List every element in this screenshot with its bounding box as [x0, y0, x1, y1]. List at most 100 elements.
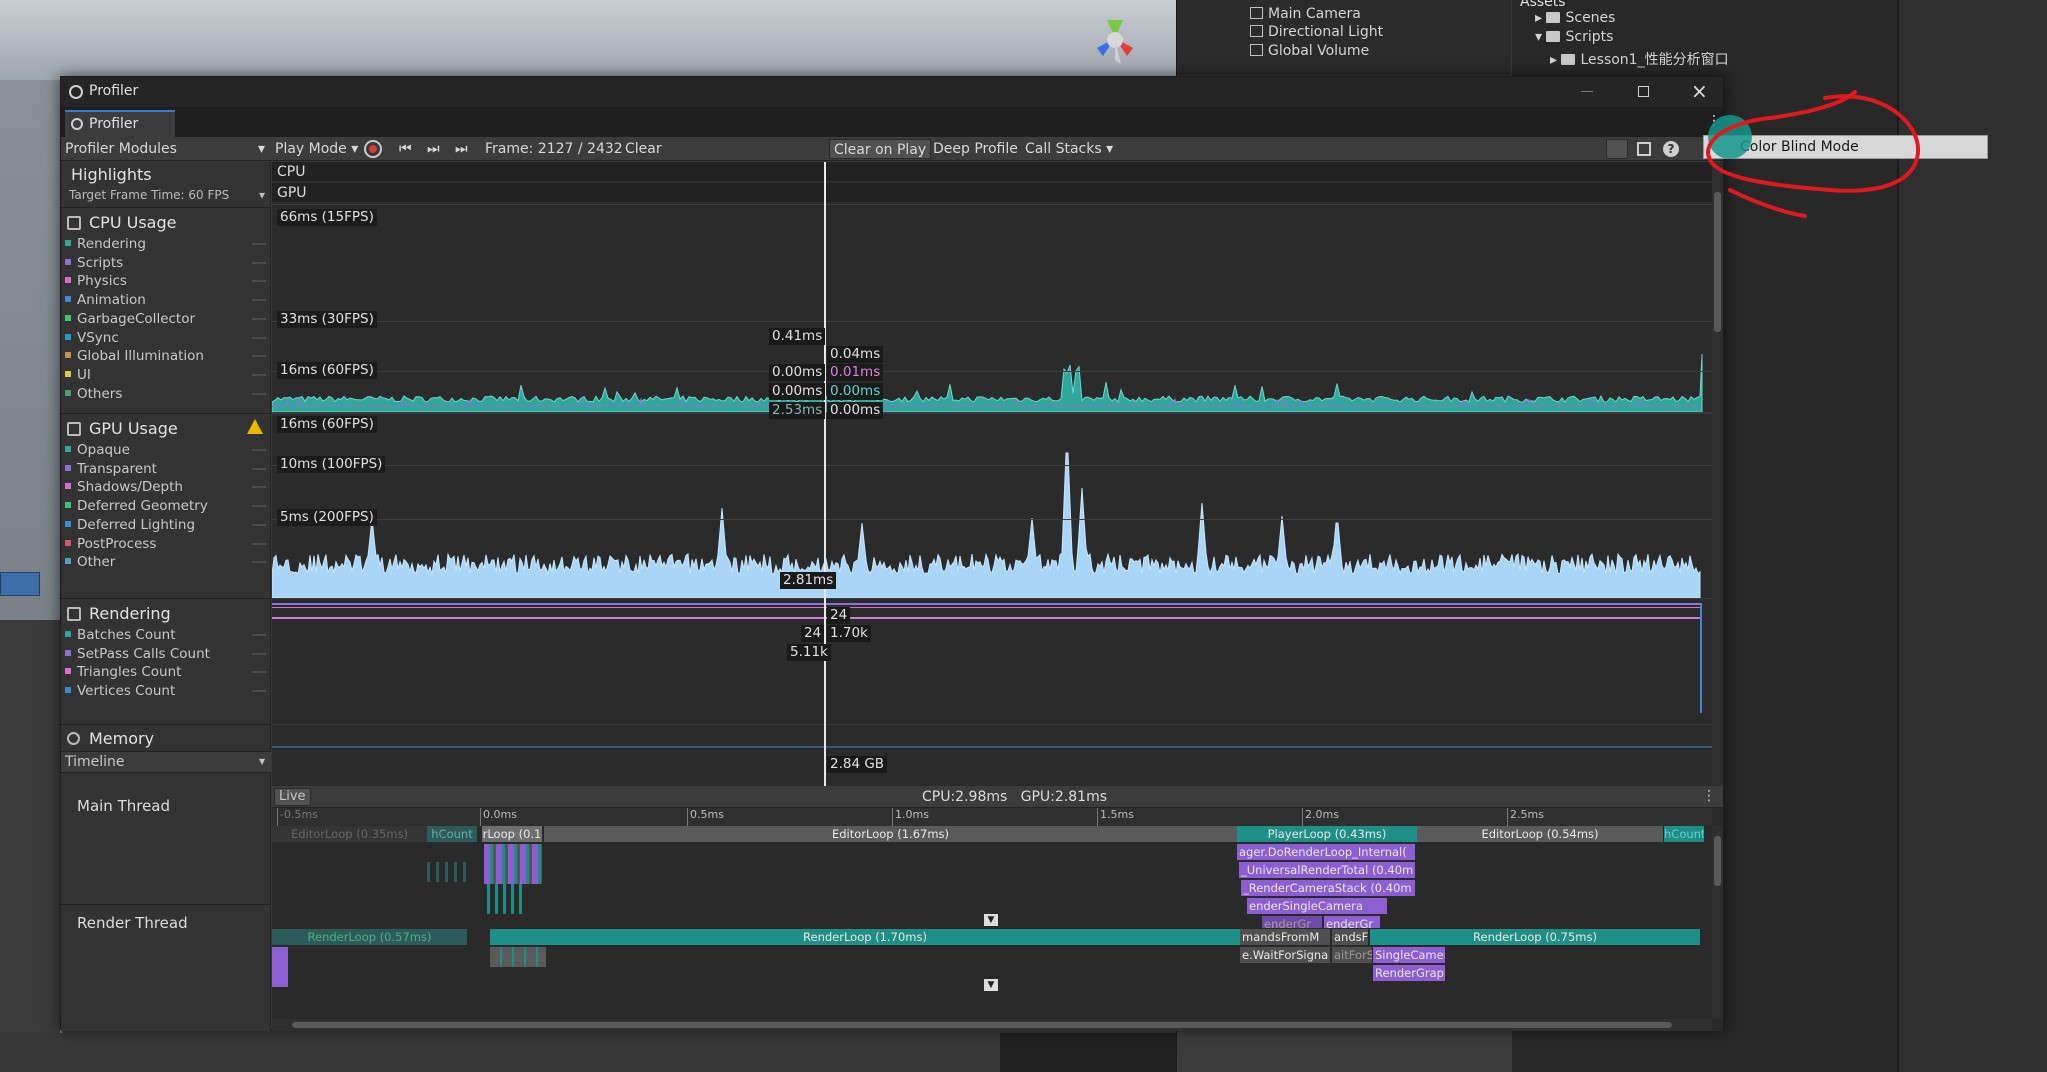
gpu_module-legend-item[interactable]: Shadows/Depth — [65, 479, 266, 495]
cpu_module-legend-item[interactable]: Animation — [65, 292, 266, 308]
clear-on-play-button[interactable]: Clear on Play — [829, 139, 932, 159]
rendering_module-legend-item[interactable]: Triangles Count — [65, 664, 266, 680]
deep-profile-button[interactable]: Deep Profile — [929, 139, 1022, 159]
legend-toggle[interactable] — [252, 505, 266, 508]
rendering_module-legend-item[interactable]: Vertices Count — [65, 683, 266, 699]
block-singlecamera[interactable]: SingleCamer — [1373, 947, 1445, 963]
timeline-view[interactable]: Live CPU:2.98ms GPU:2.81ms ⋮ -0.5ms 0.0ms… — [272, 786, 1723, 1031]
legend-toggle[interactable] — [252, 317, 266, 320]
last-frame-button[interactable]: ⏭ — [451, 139, 472, 159]
expand-arrow-icon[interactable]: ▼ — [984, 979, 998, 991]
block-waitforsi[interactable]: aitForSi — [1332, 947, 1372, 963]
legend-toggle[interactable] — [252, 523, 266, 526]
project-item-scripts[interactable]: ▾ Scripts — [1535, 29, 1613, 45]
gpu_module-legend-item[interactable]: Transparent — [65, 461, 266, 477]
play-mode-dropdown[interactable]: Play Mode ▾ — [271, 139, 362, 159]
load-icon[interactable] — [1606, 139, 1628, 159]
block-hcount[interactable]: hCount — [427, 826, 477, 842]
cpu_module-legend-item[interactable]: UI — [65, 367, 266, 383]
legend-toggle[interactable] — [252, 243, 266, 245]
chart-scrollbar[interactable] — [1712, 162, 1723, 786]
memory-module[interactable]: Memory — [61, 725, 271, 750]
rendering_module-legend-item[interactable]: SetPass Calls Count — [65, 646, 266, 662]
legend-toggle[interactable] — [252, 486, 266, 489]
previous-frame-button[interactable]: ⏮ — [395, 139, 416, 159]
gpu_module-legend-item[interactable]: Deferred Geometry — [65, 498, 266, 514]
legend-toggle[interactable] — [252, 392, 266, 395]
block-hcount-tail[interactable]: hCount — [1664, 826, 1704, 842]
record-button[interactable] — [364, 140, 382, 158]
expand-arrow-icon[interactable]: ▼ — [984, 914, 998, 926]
timeline-vscroll[interactable] — [1712, 826, 1723, 1019]
call-stacks-dropdown[interactable]: Call Stacks ▾ — [1021, 139, 1117, 159]
block-editorloop-main[interactable]: EditorLoop (1.67ms) — [544, 826, 1237, 842]
block-rloop[interactable]: rLoop (0.1 — [482, 826, 542, 842]
legend-toggle[interactable] — [252, 299, 266, 302]
live-button[interactable]: Live — [274, 788, 311, 806]
rendering-module[interactable]: Rendering Batches Count SetPass Calls Cou… — [61, 599, 271, 724]
clear-button[interactable]: Clear — [621, 139, 666, 159]
cpu-usage-module[interactable]: CPU Usage Rendering Scripts Physics Animati… — [61, 208, 271, 413]
cpu_module-legend-item[interactable]: GarbageCollector — [65, 311, 266, 327]
block-renderloop-main[interactable]: RenderLoop (1.70ms) — [490, 929, 1240, 945]
project-item-scenes[interactable]: ▸ Scenes — [1535, 10, 1615, 26]
block-playerloop[interactable]: PlayerLoop (0.43ms) — [1237, 826, 1417, 842]
timeline-hscroll[interactable] — [272, 1019, 1712, 1031]
legend-toggle[interactable] — [252, 542, 266, 545]
main-thread-track[interactable]: EditorLoop (0.35ms) hCount rLoop (0.1 Ed… — [272, 826, 1712, 928]
gpu_module-legend-item[interactable]: PostProcess — [65, 536, 266, 552]
scene-tool-button[interactable] — [0, 572, 40, 596]
gpu_module-legend-item[interactable]: Opaque — [65, 442, 266, 458]
maximize-button[interactable] — [1638, 86, 1649, 97]
legend-toggle[interactable] — [252, 336, 266, 339]
profiler-modules-dropdown[interactable]: Profiler Modules ▾ — [61, 139, 271, 159]
cpu_module-legend-item[interactable]: Scripts — [65, 255, 266, 271]
block-rendergr-2[interactable]: enderGr — [1324, 916, 1380, 928]
legend-toggle[interactable] — [252, 671, 266, 674]
cpu_module-legend-item[interactable]: Global Illumination — [65, 348, 266, 364]
selected-frame-line[interactable] — [824, 162, 826, 786]
legend-toggle[interactable] — [252, 652, 266, 655]
gpu_module-legend-item[interactable]: Deferred Lighting — [65, 517, 266, 533]
project-item-lesson1[interactable]: ▸ Lesson1_性能分析窗口 — [1550, 49, 1729, 69]
target-frame-dropdown[interactable]: Target Frame Time: 60 FPS ▾ — [69, 188, 265, 202]
block-renderloop-tail[interactable]: RenderLoop (0.75ms) — [1370, 929, 1700, 945]
legend-toggle[interactable] — [252, 373, 266, 376]
block-rendersinglecamera[interactable]: enderSingleCamera — [1247, 898, 1387, 914]
block-commandsfrom[interactable]: mandsFromM — [1240, 929, 1330, 945]
block-renderloop-dim[interactable]: RenderLoop (0.57ms) — [272, 929, 467, 945]
timeline-menu-icon[interactable]: ⋮ — [1702, 788, 1716, 804]
chart-area[interactable]: CPU GPU 66ms (15FPS) 33ms (30FPS) 16ms (… — [272, 162, 1712, 849]
block-rendercamerastack[interactable]: _RenderCameraStack (0.40m — [1241, 880, 1415, 896]
block-dorenderloop[interactable]: ager.DoRenderLoop_Internal( — [1237, 844, 1415, 860]
block-waitforsignal[interactable]: e.WaitForSigna — [1240, 947, 1330, 963]
block-commandsfrom-2[interactable]: andsFro — [1332, 929, 1368, 945]
legend-toggle[interactable] — [252, 261, 266, 264]
gpu-usage-module[interactable]: GPU Usage Opaque Transparent Shadows/Depth… — [61, 414, 271, 598]
legend-toggle[interactable] — [252, 634, 266, 636]
scene-gizmo[interactable] — [1075, 8, 1155, 74]
block-rendergr[interactable]: enderGr — [1262, 916, 1322, 928]
legend-toggle[interactable] — [252, 280, 266, 283]
hierarchy-item[interactable]: Main Camera — [1250, 6, 1361, 22]
block-universalrendertotal[interactable]: _UniversalRenderTotal (0.40m — [1239, 862, 1415, 878]
minimize-button[interactable] — [1581, 91, 1593, 92]
block-rendergraph[interactable]: RenderGraph — [1373, 965, 1445, 981]
rendering_module-legend-item[interactable]: Batches Count — [65, 627, 266, 643]
tab-profiler[interactable]: Profiler — [65, 110, 175, 137]
hierarchy-item[interactable]: Global Volume — [1250, 43, 1369, 59]
gpu-usage-chart[interactable] — [272, 414, 1712, 598]
cpu_module-legend-item[interactable]: VSync — [65, 330, 266, 346]
legend-toggle[interactable] — [252, 449, 266, 451]
block-editorloop-dim[interactable]: EditorLoop (0.35ms) — [272, 826, 427, 842]
cpu-usage-chart[interactable] — [272, 204, 1712, 412]
hierarchy-item[interactable]: Directional Light — [1250, 24, 1383, 40]
legend-toggle[interactable] — [252, 561, 266, 564]
cpu_module-legend-item[interactable]: Physics — [65, 273, 266, 289]
save-icon[interactable] — [1637, 142, 1651, 156]
cpu_module-legend-item[interactable]: Others — [65, 386, 266, 402]
gpu_module-legend-item[interactable]: Other — [65, 554, 266, 570]
next-frame-button[interactable]: ⏭ — [423, 139, 444, 159]
legend-toggle[interactable] — [252, 467, 266, 470]
timeline-mode-dropdown[interactable]: Timeline ▾ — [61, 751, 271, 773]
